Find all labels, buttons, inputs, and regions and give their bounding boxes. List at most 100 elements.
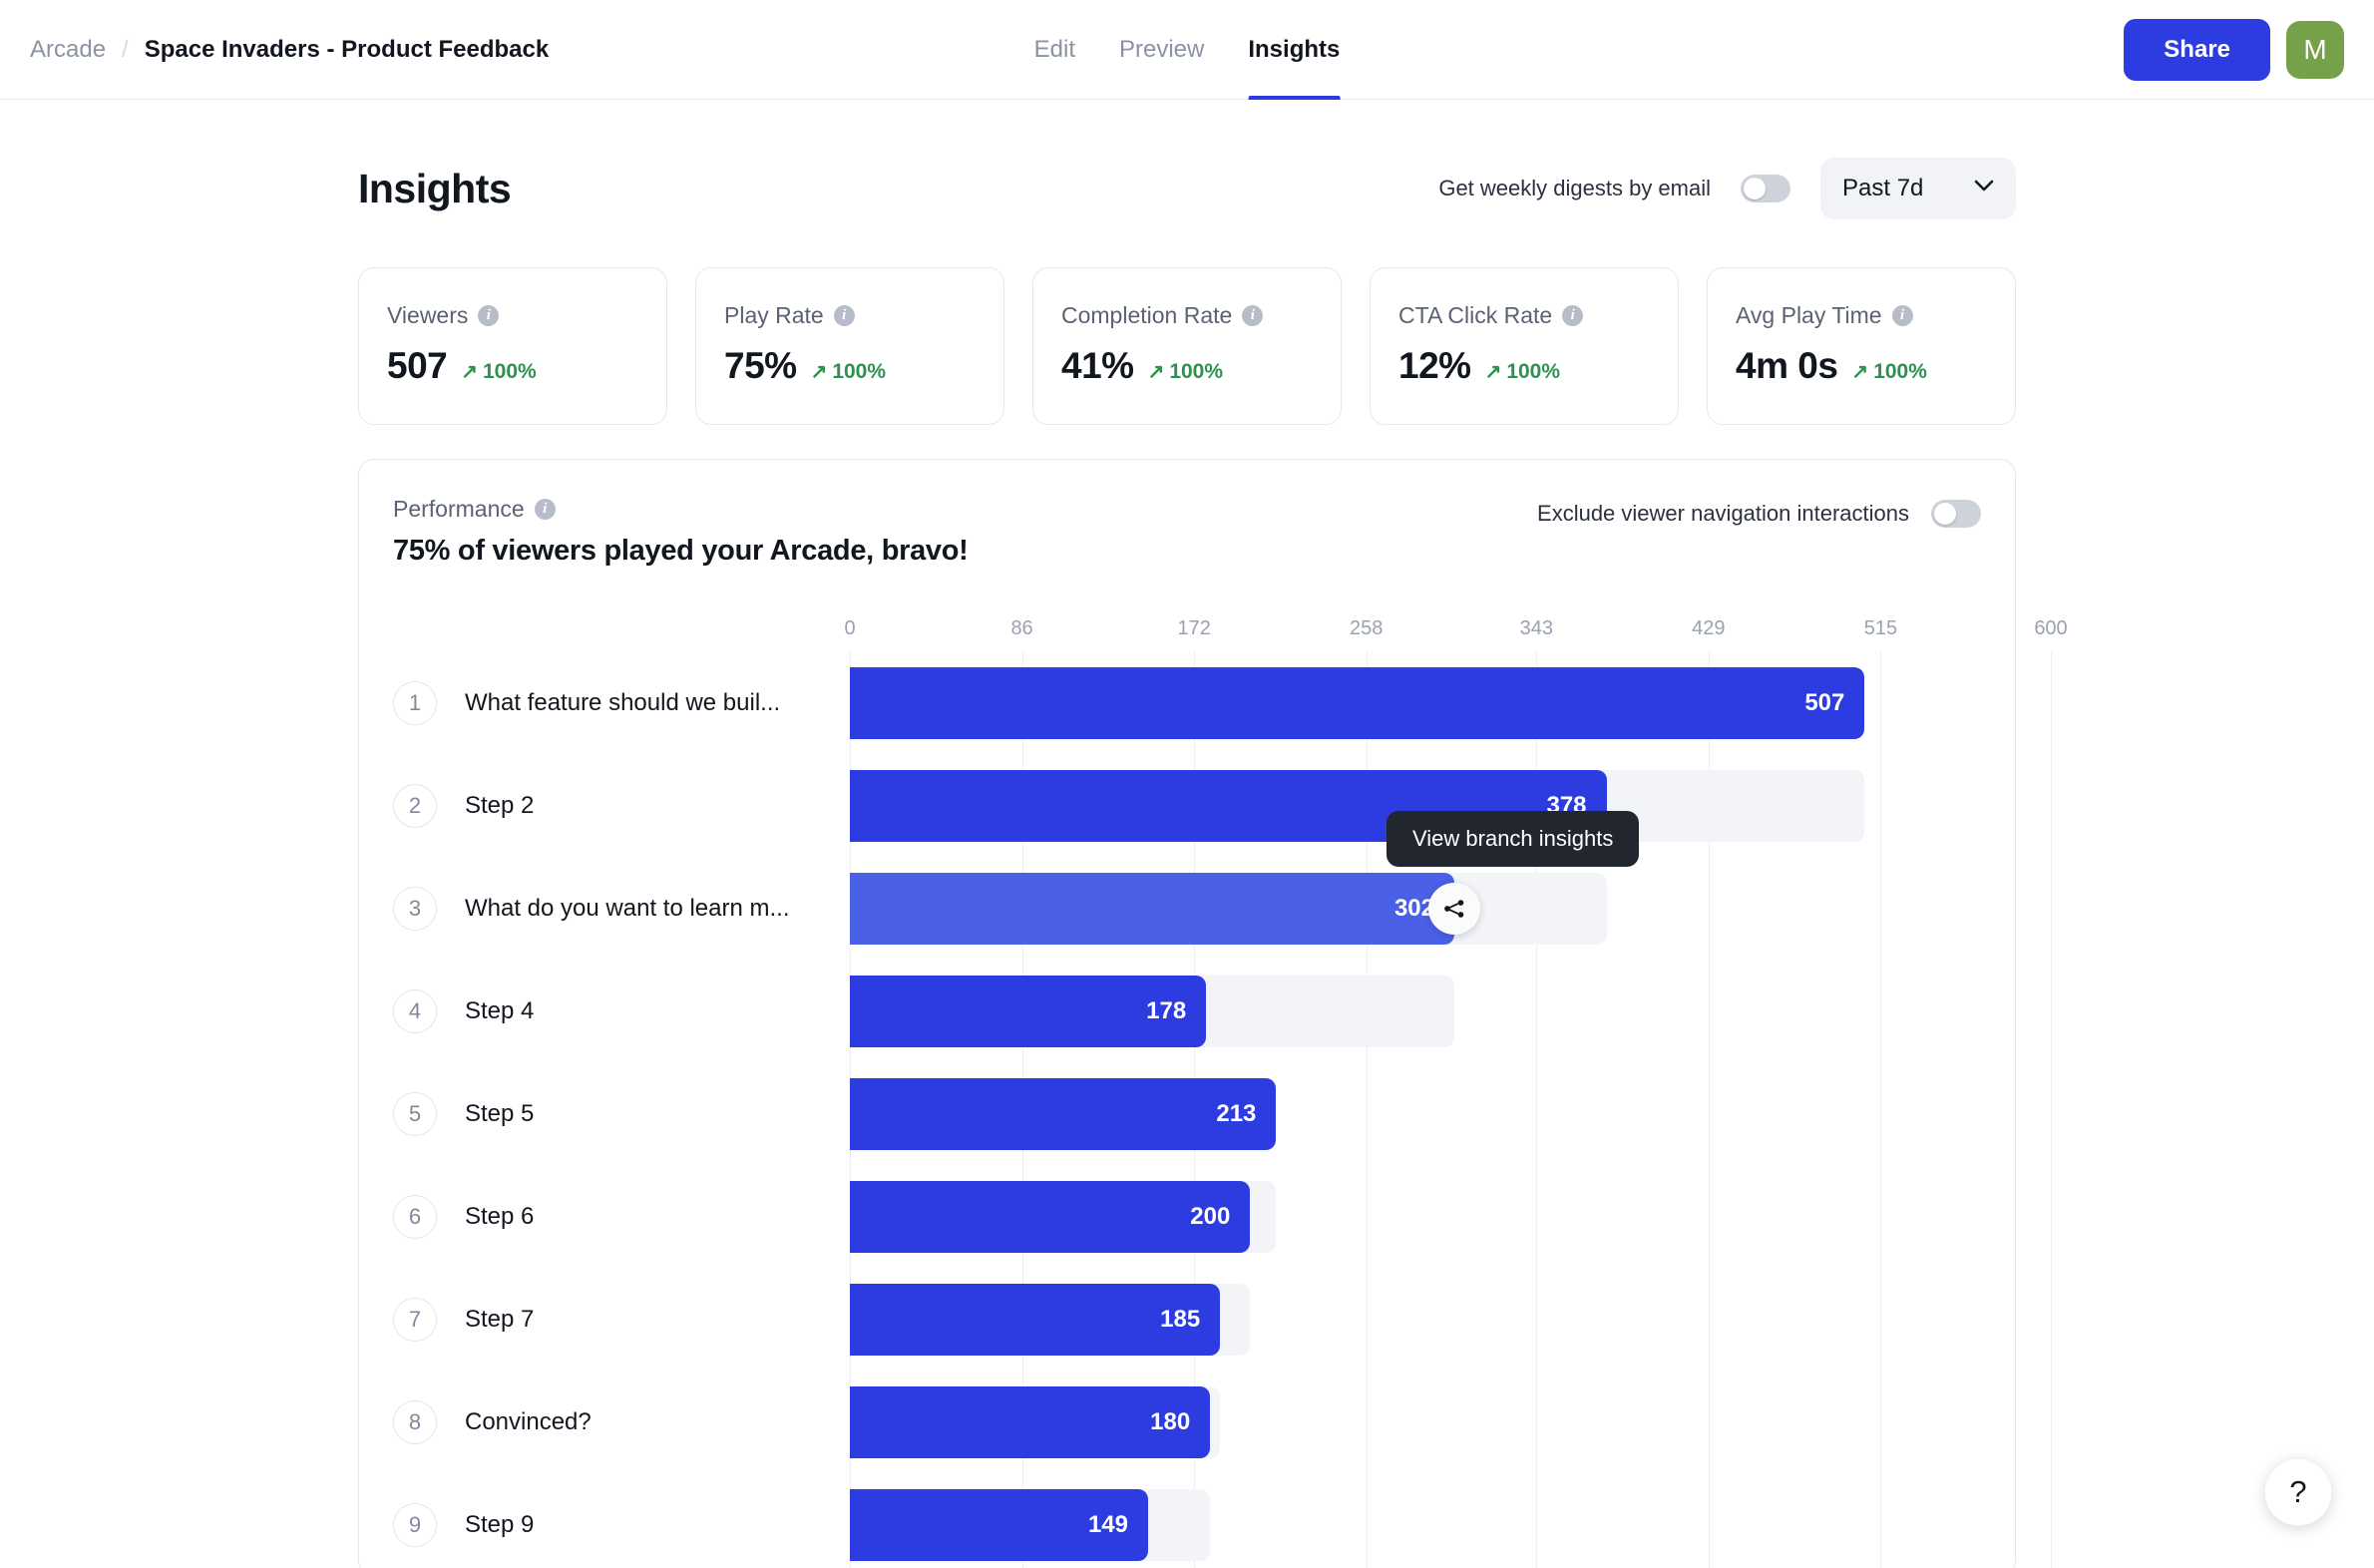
info-icon[interactable]: i xyxy=(1891,305,1913,326)
avatar[interactable]: M xyxy=(2286,20,2344,79)
step-name[interactable]: What feature should we buil... xyxy=(465,689,780,717)
weekly-digest-toggle[interactable] xyxy=(1741,175,1790,202)
chart-row: 8 Convinced? 180 xyxy=(393,1371,1981,1473)
chart-bar[interactable]: 180 xyxy=(850,1385,1211,1458)
metric-value-row: 507 ↗ 100% xyxy=(387,345,638,387)
chart-bar[interactable]: 200 xyxy=(850,1180,1251,1253)
chart-row: 9 Step 9 149 xyxy=(393,1473,1981,1568)
metric-delta-text: 100% xyxy=(832,360,887,383)
chart-row-label: 9 Step 9 xyxy=(393,1502,850,1547)
chart-bar-value: 178 xyxy=(1146,996,1187,1024)
info-icon[interactable]: i xyxy=(1562,305,1584,326)
top-bar: Arcade / Space Invaders - Product Feedba… xyxy=(0,0,2374,100)
page-header-row: Insights Get weekly digests by email Pas… xyxy=(358,158,2016,219)
info-icon[interactable]: i xyxy=(478,305,500,326)
tab-preview[interactable]: Preview xyxy=(1119,0,1204,100)
share-button[interactable]: Share xyxy=(2124,18,2270,81)
page-title: Insights xyxy=(358,165,512,211)
step-name[interactable]: Step 4 xyxy=(465,997,534,1025)
chart-row-label: 8 Convinced? xyxy=(393,1399,850,1444)
metric-card-viewers: Viewers i 507 ↗ 100% xyxy=(358,267,667,425)
info-icon[interactable]: i xyxy=(534,499,556,520)
chart-bar[interactable]: 213 xyxy=(850,1077,1277,1150)
metric-card-play-rate: Play Rate i 75% ↗ 100% xyxy=(695,267,1004,425)
date-range-select[interactable]: Past 7d xyxy=(1820,158,2016,219)
info-icon[interactable]: i xyxy=(833,305,855,326)
metric-value: 507 xyxy=(387,345,448,386)
chart-bar-value: 507 xyxy=(1804,688,1845,716)
metric-label-text: CTA Click Rate xyxy=(1398,302,1553,328)
exclude-navigation-toggle[interactable] xyxy=(1931,500,1981,528)
step-name[interactable]: Step 9 xyxy=(465,1511,534,1539)
metric-label: CTA Click Rate i xyxy=(1398,302,1650,329)
chart-row-label: 1 What feature should we buil... xyxy=(393,680,850,725)
chart-bar[interactable]: 185 xyxy=(850,1283,1221,1356)
metric-card-avg-play-time: Avg Play Time i 4m 0s ↗ 100% xyxy=(1707,267,2016,425)
metric-label: Play Rate i xyxy=(724,302,976,329)
performance-title-block: Performance i 75% of viewers played your… xyxy=(393,496,969,568)
trend-up-icon: ↗ xyxy=(461,361,478,383)
chart-bar-area: 180 xyxy=(850,1385,1981,1458)
breadcrumb: Arcade / Space Invaders - Product Feedba… xyxy=(30,36,549,64)
chart-row-label: 4 Step 4 xyxy=(393,988,850,1033)
chart-gridline xyxy=(2051,651,2052,1568)
metric-label: Avg Play Time i xyxy=(1736,302,1987,329)
step-number-badge: 2 xyxy=(393,783,437,828)
step-name[interactable]: Step 5 xyxy=(465,1100,534,1128)
step-number-badge: 5 xyxy=(393,1091,437,1136)
step-name[interactable]: Step 7 xyxy=(465,1306,534,1334)
step-number-badge: 9 xyxy=(393,1502,437,1547)
chart-bar-value: 149 xyxy=(1087,1510,1128,1538)
chart-row-label: 3 What do you want to learn m... xyxy=(393,886,850,931)
chart-bar[interactable]: 302 xyxy=(850,872,1454,945)
chart-row: 2 Step 2 378 xyxy=(393,754,1981,857)
chevron-down-icon xyxy=(1974,180,1994,197)
metric-delta: ↗ 100% xyxy=(1485,360,1560,384)
step-name[interactable]: Step 2 xyxy=(465,792,534,820)
metric-cards: Viewers i 507 ↗ 100% Play Rate i 75% ↗ 1… xyxy=(358,267,2016,425)
metric-value: 41% xyxy=(1061,345,1134,386)
performance-chart: 0 86 172 258 343 429 515 600 1 What feature shou… xyxy=(393,617,2068,1568)
chart-bar[interactable]: 149 xyxy=(850,1488,1148,1561)
breadcrumb-root-link[interactable]: Arcade xyxy=(30,36,106,64)
metric-value: 12% xyxy=(1398,345,1471,386)
metric-delta: ↗ 100% xyxy=(1851,360,1926,384)
metric-label-text: Avg Play Time xyxy=(1736,302,1882,328)
tab-insights[interactable]: Insights xyxy=(1248,0,1341,100)
tab-edit[interactable]: Edit xyxy=(1034,0,1075,100)
weekly-digest-label: Get weekly digests by email xyxy=(1438,176,1711,200)
date-range-value: Past 7d xyxy=(1842,175,1924,201)
metric-label: Completion Rate i xyxy=(1061,302,1313,329)
step-name[interactable]: Step 6 xyxy=(465,1203,534,1231)
toggle-knob xyxy=(1744,178,1766,199)
metric-delta-text: 100% xyxy=(1169,360,1224,383)
chart-bar-value: 185 xyxy=(1160,1305,1201,1333)
chart-bar[interactable]: 178 xyxy=(850,975,1207,1047)
breadcrumb-separator: / xyxy=(122,35,129,63)
metric-delta-text: 100% xyxy=(1873,360,1927,383)
info-icon[interactable]: i xyxy=(1242,305,1264,326)
chart-bar-area: 302 View branch insights xyxy=(850,810,1981,945)
step-name[interactable]: What do you want to learn m... xyxy=(465,895,790,923)
chart-bar-area: 149 xyxy=(850,1488,1981,1561)
x-tick-label: 172 xyxy=(1177,617,1211,639)
x-tick-label: 600 xyxy=(2034,617,2068,639)
chart-row: 6 Step 6 200 xyxy=(393,1165,1981,1268)
x-tick-label: 429 xyxy=(1692,617,1726,639)
step-name[interactable]: Convinced? xyxy=(465,1408,592,1436)
help-button[interactable]: ? xyxy=(2264,1458,2332,1526)
chart-rows: 1 What feature should we buil... 507 2 Step … xyxy=(393,651,2052,1568)
page-header-controls: Get weekly digests by email Past 7d xyxy=(1438,158,2016,219)
branch-insights-tooltip: View branch insights xyxy=(1386,810,1640,867)
chart-bar-value: 213 xyxy=(1216,1099,1257,1127)
step-number-badge: 3 xyxy=(393,886,437,931)
metric-label-text: Viewers xyxy=(387,302,469,328)
view-branch-insights-button[interactable] xyxy=(1428,882,1480,935)
x-tick-label: 86 xyxy=(1010,617,1033,639)
chart-bar-value: 180 xyxy=(1150,1407,1191,1435)
chart-row: 1 What feature should we buil... 507 xyxy=(393,651,1981,754)
trend-up-icon: ↗ xyxy=(1851,361,1869,383)
branch-icon xyxy=(1444,899,1464,918)
metric-card-cta-click-rate: CTA Click Rate i 12% ↗ 100% xyxy=(1370,267,1679,425)
chart-bar[interactable]: 507 xyxy=(850,666,1865,739)
